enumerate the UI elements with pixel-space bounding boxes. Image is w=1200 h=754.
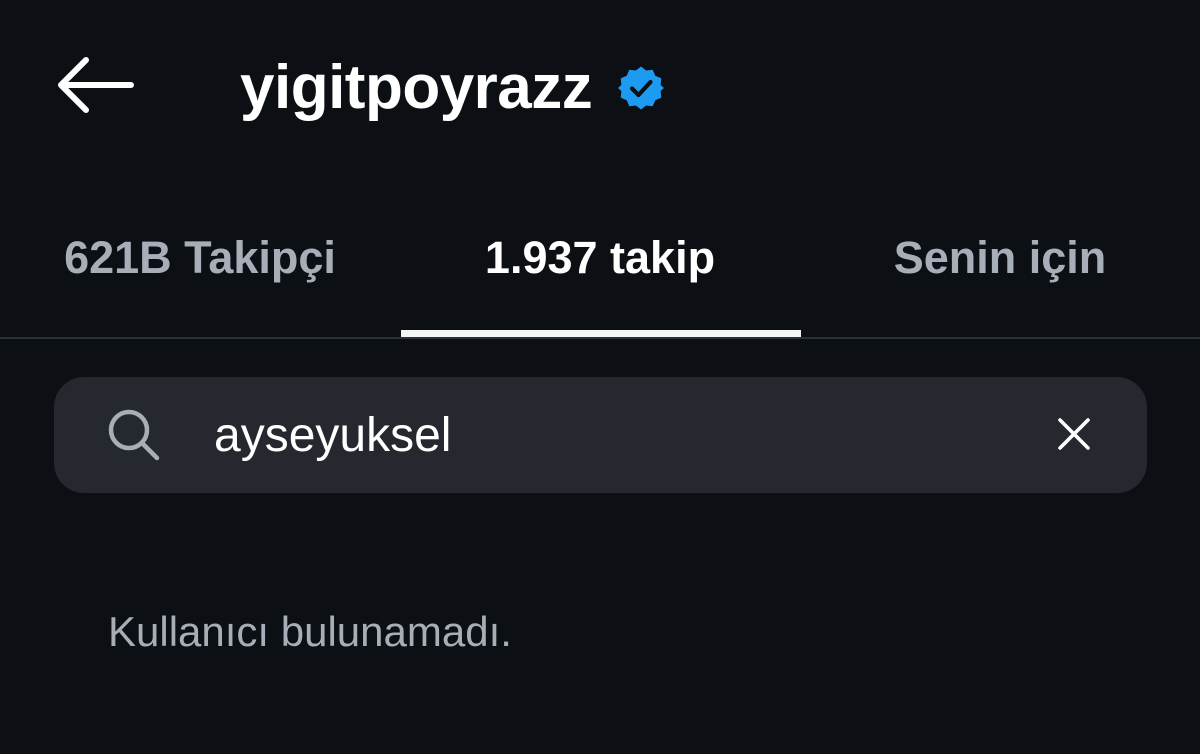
tabs-divider [0, 337, 1200, 339]
arrow-left-icon [56, 56, 134, 119]
following-list-screen: yigitpoyrazz 621B Takipçi 1.937 takip Se… [0, 0, 1200, 754]
search-icon [104, 405, 164, 465]
tab-followers[interactable]: 621B Takipçi [0, 200, 400, 336]
tab-followers-label: 621B Takipçi [64, 232, 336, 283]
close-icon [1056, 416, 1092, 457]
username-title: yigitpoyrazz [240, 53, 593, 122]
no-users-found-message: Kullanıcı bulunamadı. [108, 608, 512, 655]
tab-following[interactable]: 1.937 takip [400, 200, 800, 336]
back-button[interactable] [50, 50, 140, 124]
verified-badge-icon [618, 65, 665, 111]
tab-for-you[interactable]: Senin için [800, 200, 1200, 336]
clear-search-button[interactable] [1046, 408, 1102, 464]
profile-title: yigitpoyrazz [240, 48, 665, 128]
active-tab-indicator [401, 330, 801, 337]
search-input[interactable] [214, 400, 974, 470]
follow-tabs: 621B Takipçi 1.937 takip Senin için [0, 200, 1200, 340]
tab-following-label: 1.937 takip [484, 232, 716, 283]
top-bar: yigitpoyrazz [0, 0, 1200, 180]
tab-for-you-label: Senin için [893, 232, 1107, 283]
